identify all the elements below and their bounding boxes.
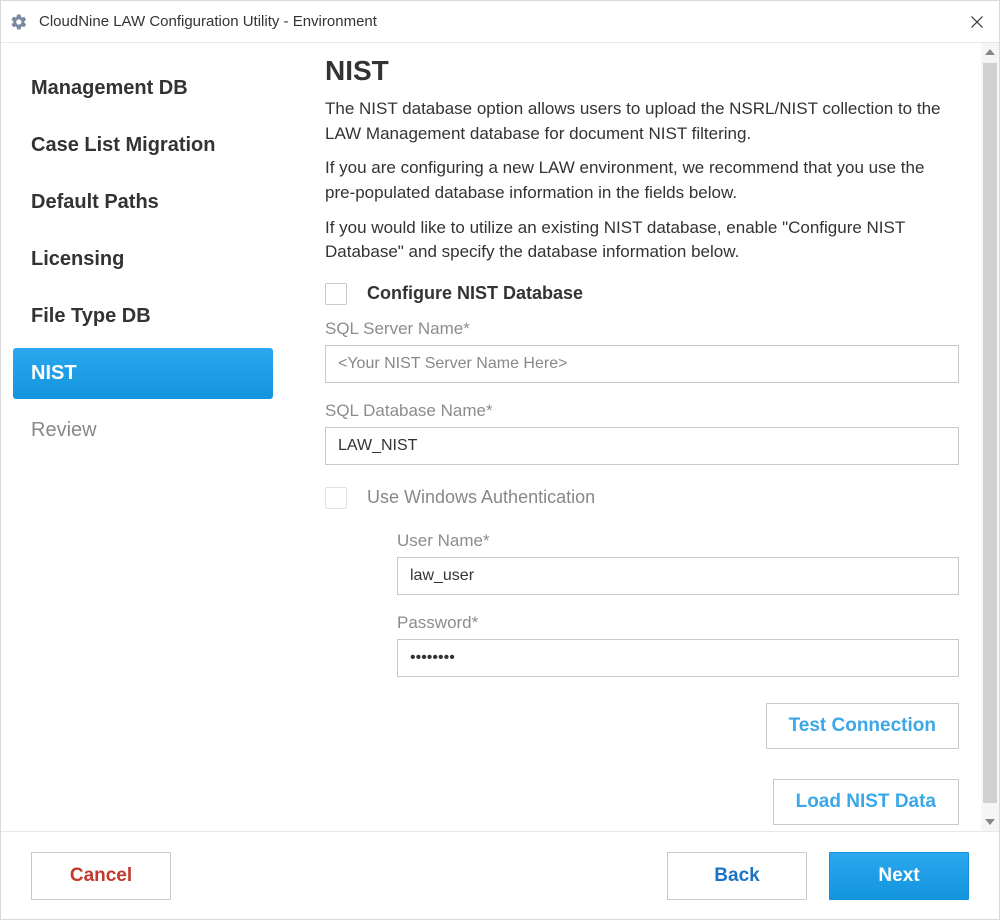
app-window: CloudNine LAW Configuration Utility - En… — [0, 0, 1000, 920]
test-connection-button[interactable]: Test Connection — [766, 703, 959, 749]
test-connection-row: Test Connection — [325, 703, 959, 749]
description-paragraph: If you would like to utilize an existing… — [325, 216, 959, 265]
sql-server-name-input[interactable] — [325, 345, 959, 383]
description-paragraph: The NIST database option allows users to… — [325, 97, 959, 146]
username-label: User Name* — [397, 531, 959, 551]
username-field: User Name* — [397, 531, 959, 595]
close-icon — [971, 16, 983, 28]
sql-database-name-input[interactable] — [325, 427, 959, 465]
titlebar: CloudNine LAW Configuration Utility - En… — [1, 1, 999, 43]
load-nist-data-row: Load NIST Data — [325, 779, 959, 825]
configure-nist-checkbox-label: Configure NIST Database — [367, 283, 583, 304]
gear-icon — [9, 12, 29, 32]
sql-server-name-label: SQL Server Name* — [325, 319, 959, 339]
close-button[interactable] — [955, 1, 999, 43]
scroll-thumb[interactable] — [983, 63, 997, 803]
sidebar-item-nist[interactable]: NIST — [13, 348, 273, 399]
sidebar-item-default-paths[interactable]: Default Paths — [13, 177, 273, 228]
sidebar-item-case-list-migration[interactable]: Case List Migration — [13, 120, 273, 171]
sql-database-name-label: SQL Database Name* — [325, 401, 959, 421]
back-button[interactable]: Back — [667, 852, 807, 900]
windows-auth-checkbox-row: Use Windows Authentication — [325, 487, 959, 509]
footer: Cancel Back Next — [1, 831, 999, 919]
window-title: CloudNine LAW Configuration Utility - En… — [39, 13, 955, 30]
scroll-down-arrow-icon[interactable] — [981, 813, 999, 831]
cancel-button[interactable]: Cancel — [31, 852, 171, 900]
sidebar-item-management-db[interactable]: Management DB — [13, 63, 273, 114]
windows-auth-checkbox-label: Use Windows Authentication — [367, 487, 595, 508]
scroll-up-arrow-icon[interactable] — [981, 43, 999, 61]
sidebar: Management DB Case List Migration Defaul… — [1, 43, 285, 831]
password-input[interactable] — [397, 639, 959, 677]
main-content: NIST The NIST database option allows use… — [285, 43, 999, 831]
configure-nist-checkbox-row: Configure NIST Database — [325, 283, 959, 305]
page-title: NIST — [325, 55, 959, 87]
sql-server-name-field: SQL Server Name* — [325, 319, 959, 383]
sidebar-item-review: Review — [13, 405, 273, 456]
window-body: Management DB Case List Migration Defaul… — [1, 43, 999, 831]
vertical-scrollbar[interactable] — [981, 43, 999, 831]
configure-nist-checkbox[interactable] — [325, 283, 347, 305]
password-field: Password* — [397, 613, 959, 677]
sidebar-item-licensing[interactable]: Licensing — [13, 234, 273, 285]
username-input[interactable] — [397, 557, 959, 595]
load-nist-data-button[interactable]: Load NIST Data — [773, 779, 959, 825]
password-label: Password* — [397, 613, 959, 633]
sql-database-name-field: SQL Database Name* — [325, 401, 959, 465]
description-paragraph: If you are configuring a new LAW environ… — [325, 156, 959, 205]
windows-auth-checkbox — [325, 487, 347, 509]
next-button[interactable]: Next — [829, 852, 969, 900]
sidebar-item-file-type-db[interactable]: File Type DB — [13, 291, 273, 342]
